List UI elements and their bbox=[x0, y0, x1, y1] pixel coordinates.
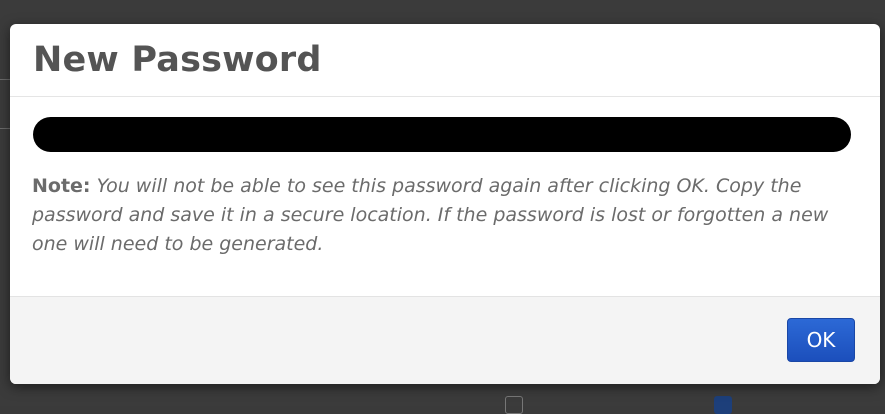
new-password-dialog: New Password Note: You will not be able … bbox=[10, 24, 880, 384]
dialog-body: Note: You will not be able to see this p… bbox=[10, 97, 880, 297]
dialog-header: New Password bbox=[10, 24, 880, 97]
dialog-footer: OK bbox=[10, 296, 880, 384]
ok-button[interactable]: OK bbox=[787, 318, 855, 362]
note-label: Note: bbox=[32, 175, 91, 197]
note-text: You will not be able to see this passwor… bbox=[32, 175, 829, 255]
dialog-title: New Password bbox=[33, 40, 322, 80]
password-note: Note: You will not be able to see this p… bbox=[32, 172, 844, 259]
background-checkbox bbox=[505, 396, 523, 414]
password-field[interactable] bbox=[33, 117, 851, 152]
background-checkbox-checked bbox=[714, 396, 732, 414]
